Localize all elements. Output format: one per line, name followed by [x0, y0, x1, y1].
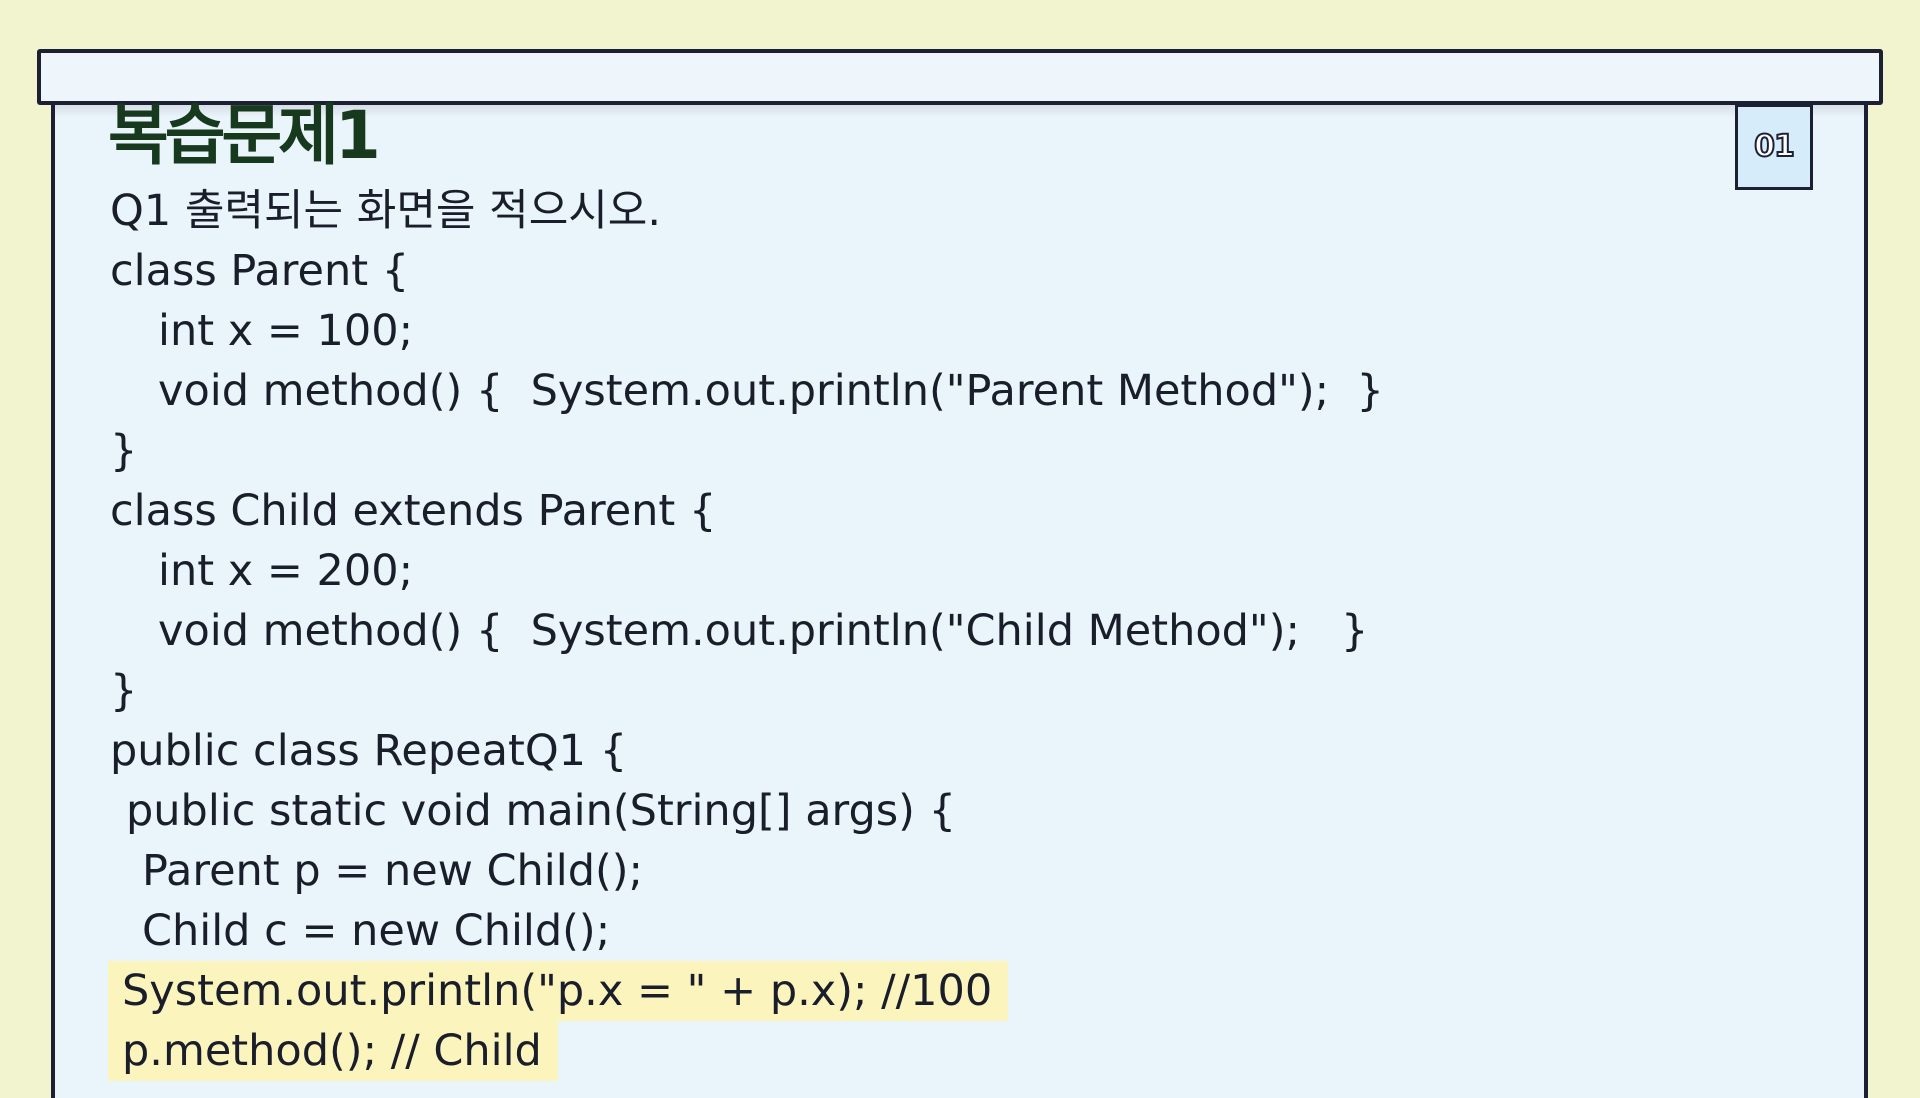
code-line: int x = 100; [158, 306, 414, 356]
code-line: Parent p = new Child(); [142, 846, 644, 896]
code-line: } [110, 426, 138, 476]
code-line: int x = 200; [158, 546, 414, 596]
question-number-badge: 01 [1735, 104, 1813, 190]
question-text: Q1 출력되는 화면을 적으시오. [110, 186, 662, 236]
page-title: 복습문제1 [108, 97, 381, 174]
code-line: Child c = new Child(); [142, 906, 611, 956]
code-line: public static void main(String[] args) { [126, 786, 956, 836]
code-line: } [110, 666, 138, 716]
code-line: void method() { System.out.println("Chil… [158, 606, 1369, 656]
code-line: class Child extends Parent { [110, 486, 717, 536]
badge-label: 01 [1753, 128, 1796, 165]
code-line: void method() { System.out.println("Pare… [158, 366, 1384, 416]
code-line: public class RepeatQ1 { [110, 726, 628, 776]
highlighted-code-line: System.out.println("p.x = " + p.x); //10… [108, 961, 1009, 1021]
code-line: class Parent { [110, 246, 410, 296]
highlighted-code-line: p.method(); // Child [108, 1021, 558, 1081]
